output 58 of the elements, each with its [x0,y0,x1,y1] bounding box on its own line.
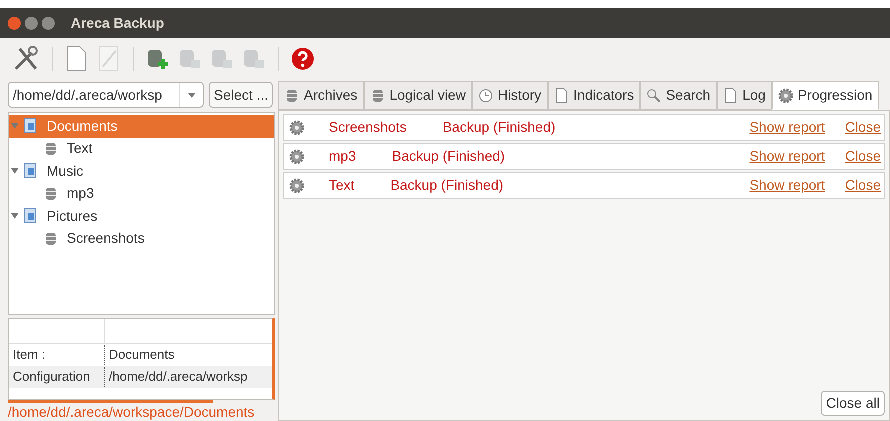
help-icon[interactable] [291,47,315,71]
database-icon [43,230,59,247]
tools-icon[interactable] [12,45,40,73]
search-icon [646,88,662,104]
page-icon [722,88,739,104]
tab[interactable]: Logical view [364,81,472,110]
show-report-link[interactable]: Show report [750,146,826,167]
maximize-button[interactable] [42,16,55,30]
tab[interactable]: Search [640,81,717,110]
clock-icon [478,88,494,104]
task-status: Backup (Finished) [392,147,506,166]
task-status: Backup (Finished) [390,176,504,195]
property-name: Item : [9,345,105,365]
tab[interactable]: Progression [772,81,879,110]
minimize-button[interactable] [25,16,38,30]
gear-icon [289,178,305,194]
tab[interactable]: Indicators [548,81,640,110]
tree-item[interactable]: mp3 [9,182,274,205]
database-icon [43,140,59,157]
tree-item[interactable]: Text [9,138,274,160]
tab[interactable]: History [472,81,548,110]
close-link[interactable]: Close [845,146,881,167]
close-link[interactable]: Close [845,117,881,138]
dropdown-arrow-icon[interactable] [188,91,196,99]
tab[interactable]: Archives [278,81,364,110]
tab[interactable]: Log [716,81,772,110]
folder-icon [23,208,39,224]
select-button[interactable]: Select ... [209,82,274,108]
folder-icon [23,163,39,180]
folder-icon [23,118,39,134]
window-title: Areca Backup [71,14,164,33]
property-value: Documents [108,346,175,364]
status-bar-path: /home/dd/.areca/workspace/Documents [8,403,256,421]
database-icon [284,88,300,104]
close-all-button[interactable]: Close all [821,391,885,416]
show-report-link[interactable]: Show report [750,117,826,138]
show-report-link[interactable]: Show report [750,175,826,196]
task-name: Text [329,176,355,195]
database-add-icon[interactable] [146,47,170,71]
workspace-combo[interactable]: /home/dd/.areca/worksp [8,82,204,108]
tree-item[interactable]: Pictures [9,205,274,228]
gear-icon [289,148,305,164]
gear-icon [289,120,305,136]
expander-icon[interactable] [11,212,19,220]
task-status: Backup (Finished) [442,118,556,137]
property-value: /home/dd/.areca/worksp [108,368,248,386]
close-button[interactable] [8,16,21,30]
page-icon [554,88,570,104]
expander-icon[interactable] [11,167,19,176]
database-icon [43,186,59,202]
task-name: Screenshots [329,118,407,137]
property-name: Configuration [9,367,105,387]
gear-icon [778,88,794,104]
task-name: mp3 [329,147,356,166]
tree-item[interactable]: Music [9,160,274,182]
close-link[interactable]: Close [845,175,881,196]
tree-item[interactable]: Screenshots [9,228,274,250]
new-document-icon[interactable] [65,45,89,73]
